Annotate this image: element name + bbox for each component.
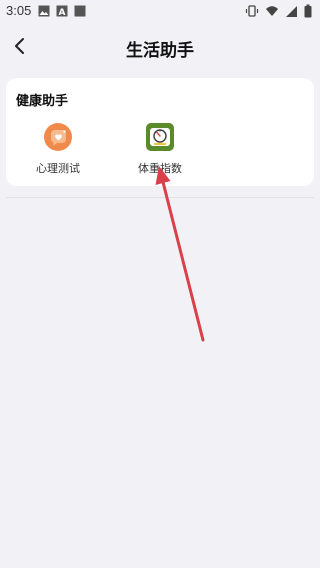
- image-icon: [38, 5, 50, 17]
- battery-icon: [304, 4, 312, 18]
- status-bar: 3:05 A: [0, 0, 320, 24]
- chat-heart-icon: [43, 122, 73, 152]
- psychological-test-label: 心理测试: [36, 162, 80, 175]
- square-icon: [74, 5, 86, 17]
- text-a-icon: A: [56, 5, 68, 17]
- svg-text:A: A: [59, 8, 66, 17]
- wifi-icon: [266, 6, 278, 16]
- vibrate-icon: [245, 5, 259, 17]
- divider: [6, 197, 314, 198]
- bmi-label: 体重指数: [138, 162, 182, 175]
- bmi-item[interactable]: 体重指数: [120, 122, 200, 176]
- status-time: 3:05: [6, 3, 32, 18]
- status-left-icons: A: [38, 5, 86, 17]
- page-title: 生活助手: [126, 41, 194, 61]
- card-title: 健康助手: [16, 94, 69, 109]
- psychological-test-item[interactable]: 心理测试: [18, 122, 98, 176]
- scale-icon: [145, 122, 175, 152]
- health-assistant-card: 健康助手 心理测试 体重指数: [6, 78, 314, 186]
- app-header: 生活助手: [0, 24, 320, 72]
- signal-icon: [286, 5, 297, 17]
- status-right-icons: [245, 4, 312, 18]
